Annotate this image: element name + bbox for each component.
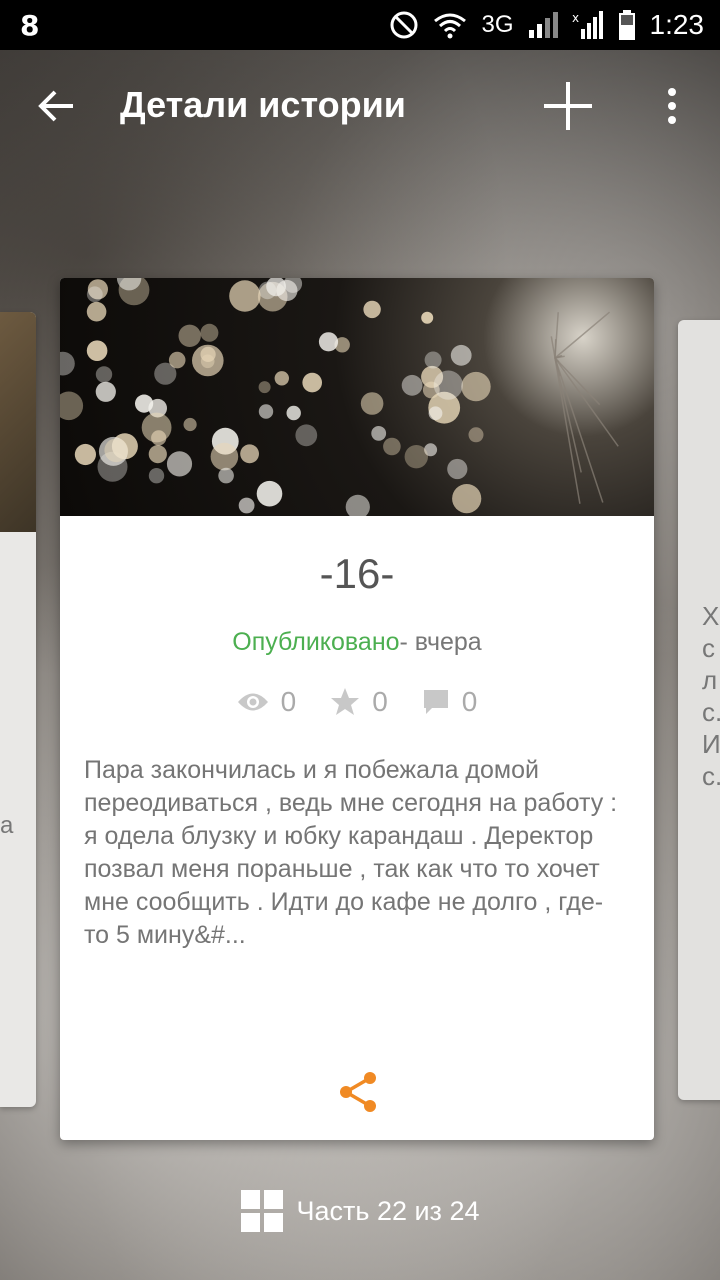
parts-label: Часть 22 из 24 [296,1195,480,1226]
parts-indicator[interactable]: Часть 22 из 24 [0,1190,720,1232]
next-story-text: Х с л с. И с. [702,600,720,792]
published-time: - вчера [399,628,482,656]
published-status: Опубликовано [232,628,400,656]
votes-stat: 0 [330,686,388,718]
comments-stat: 0 [422,686,478,718]
comments-count: 0 [461,686,478,717]
battery-icon [618,10,635,40]
add-button[interactable] [540,78,596,134]
wifi-icon [434,13,467,39]
share-button[interactable] [334,1068,382,1116]
next-story-card[interactable]: Х с л с. И с. [678,320,720,1100]
add-icon [544,82,592,130]
views-count: 0 [280,686,297,717]
next-story-line: И [702,729,720,759]
svg-text:x: x [572,11,579,25]
next-story-line: л [702,665,718,695]
grid-icon [240,1190,283,1232]
more-options-button[interactable] [652,78,692,134]
story-title: -16- [319,550,395,597]
story-stats: 0 0 0 [60,686,654,718]
status-bar: 8 3G x 1:23 [0,0,720,50]
share-icon [340,1072,376,1112]
next-story-line: с [702,633,715,663]
signal-icon [528,12,558,38]
published-line: Опубликовано- вчера [60,628,654,657]
next-story-line: Х [702,601,720,631]
star-icon [331,688,360,715]
do-not-disturb-icon [390,11,418,39]
next-story-line: с. [702,761,720,791]
clock: 1:23 [649,9,705,40]
back-button[interactable] [30,80,82,132]
page-title: Детали истории [120,84,406,125]
more-vert-icon [668,88,676,124]
comment-icon [423,690,448,714]
signal-off-icon: x [572,11,603,39]
previous-story-card[interactable]: a [0,312,36,1107]
previous-story-text: a [0,812,14,839]
views-stat: 0 [237,686,297,718]
network-type: 3G [481,11,514,38]
previous-story-cover [0,312,36,532]
story-cover-image [60,278,654,516]
app-bar: Детали истории [0,50,720,166]
notification-icon: 8 [20,8,40,42]
eye-icon [237,693,268,711]
votes-count: 0 [372,686,388,717]
back-arrow-icon [38,90,73,122]
story-card[interactable]: -16- Опубликовано- вчера 0 0 0 Пара зако… [60,278,654,1140]
story-excerpt: Пара закончилась и я побежала домой пере… [84,756,618,949]
next-story-line: с. [702,697,720,727]
